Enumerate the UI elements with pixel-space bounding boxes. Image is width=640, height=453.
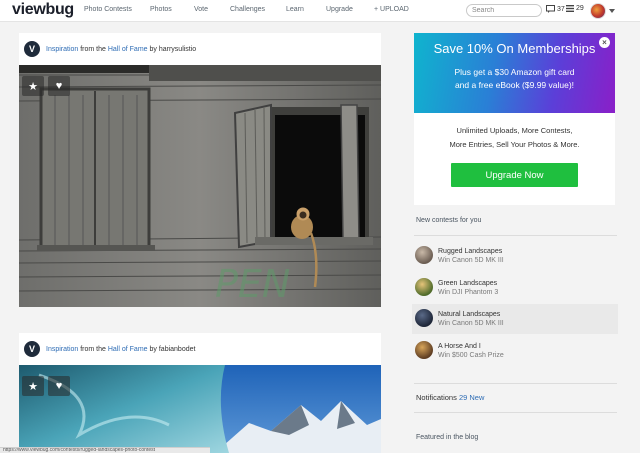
caption-text: from the	[78, 345, 108, 353]
browser-status-bar: https://www.viewbug.com/contests/rugged-…	[0, 447, 210, 453]
viewbug-logo[interactable]: viewbug	[12, 1, 74, 19]
contest-title: Rugged Landscapes	[438, 248, 503, 255]
contest-title: A Horse And I	[438, 343, 481, 350]
nav-upgrade[interactable]: Upgrade	[326, 6, 353, 13]
nav-vote[interactable]: Vote	[194, 6, 208, 13]
featured-blog-heading: Featured in the blog	[416, 434, 479, 441]
caption-text: by	[147, 45, 159, 53]
offer-line-1: Unlimited Uploads, More Contests,	[456, 126, 573, 135]
inspiration-link[interactable]: Inspiration	[46, 346, 78, 353]
close-icon[interactable]: ×	[599, 37, 610, 48]
caption-text: from the	[78, 45, 108, 53]
feed-card: V Inspiration from the Hall of Fame by f…	[19, 333, 381, 453]
nav-photos[interactable]: Photos	[150, 6, 172, 13]
contest-item[interactable]: Green Landscapes Win DJI Phantom 3	[412, 273, 618, 303]
notifications-count: 29 New	[458, 393, 485, 402]
contest-thumbnail	[415, 341, 433, 359]
heart-icon[interactable]: ♥	[48, 76, 70, 96]
inspiration-link[interactable]: Inspiration	[46, 46, 78, 53]
wooden-house-monkey-photo: PEN	[19, 65, 381, 307]
list-icon	[566, 5, 574, 12]
notifications-link[interactable]: Notifications 29 New	[416, 393, 484, 402]
ice-cave-mountain-photo	[19, 365, 381, 453]
viewbug-badge-icon[interactable]: V	[24, 341, 40, 357]
hall-of-fame-link[interactable]: Hall of Fame	[108, 46, 148, 53]
new-contests-heading: New contests for you	[416, 217, 482, 224]
card-caption: Inspiration from the Hall of Fame by fab…	[46, 346, 195, 353]
contest-thumbnail	[415, 309, 433, 327]
contest-thumbnail	[415, 246, 433, 264]
messages-count: 37	[557, 5, 565, 13]
promo-line-1: Plus get a $30 Amazon gift card	[454, 67, 575, 77]
hall-of-fame-link[interactable]: Hall of Fame	[108, 346, 148, 353]
activity-list-button[interactable]: 29	[566, 5, 584, 12]
top-navigation-bar: viewbug Photo Contests Photos Vote Chall…	[0, 0, 640, 22]
contest-prize: Win Canon 5D MK III	[438, 257, 504, 264]
photographer-link[interactable]: harrysulistio	[159, 46, 196, 53]
message-icon	[546, 5, 555, 13]
card-caption: Inspiration from the Hall of Fame by har…	[46, 46, 196, 53]
divider	[414, 235, 617, 236]
feed-card: V Inspiration from the Hall of Fame by h…	[19, 33, 381, 307]
photographer-link[interactable]: fabianbodet	[159, 346, 196, 353]
star-icon[interactable]: ★	[22, 76, 44, 96]
contest-prize: Win $500 Cash Prize	[438, 352, 504, 359]
viewbug-badge-icon[interactable]: V	[24, 41, 40, 57]
card-header: V Inspiration from the Hall of Fame by h…	[19, 33, 381, 65]
membership-promo-banner[interactable]: Save 10% On Memberships Plus get a $30 A…	[414, 33, 615, 113]
user-avatar[interactable]	[590, 3, 606, 19]
contest-prize: Win DJI Phantom 3	[438, 289, 499, 296]
notifications-label: Notifications	[416, 393, 459, 402]
contest-prize: Win Canon 5D MK III	[438, 320, 504, 327]
offer-line-2: More Entries, Sell Your Photos & More.	[449, 140, 580, 149]
contest-item[interactable]: Natural Landscapes Win Canon 5D MK III	[412, 304, 618, 334]
feed-photo[interactable]: ★ ♥	[19, 365, 381, 453]
upgrade-now-button[interactable]: Upgrade Now	[451, 163, 578, 187]
contest-title: Green Landscapes	[438, 280, 498, 287]
heart-icon[interactable]: ♥	[48, 376, 70, 396]
divider	[414, 383, 617, 384]
contest-title: Natural Landscapes	[438, 311, 501, 318]
search-input[interactable]	[466, 4, 542, 17]
nav-learn[interactable]: Learn	[286, 6, 304, 13]
promo-line-2: and a free eBook ($9.99 value)!	[454, 80, 575, 90]
contest-item[interactable]: A Horse And I Win $500 Cash Prize	[412, 336, 618, 366]
divider	[414, 412, 617, 413]
caption-text: by	[147, 345, 159, 353]
upgrade-offer-panel: Unlimited Uploads, More Contests, More E…	[414, 113, 615, 205]
nav-photo-contests[interactable]: Photo Contests	[84, 6, 132, 13]
contest-thumbnail	[415, 278, 433, 296]
feed-photo[interactable]: PEN ★ ♥	[19, 65, 381, 307]
list-count: 29	[576, 5, 584, 12]
nav-upload[interactable]: + UPLOAD	[374, 6, 409, 13]
chevron-down-icon[interactable]	[609, 9, 615, 13]
graffiti-text: PEN	[215, 262, 290, 306]
messages-button[interactable]: 37	[546, 5, 565, 13]
nav-challenges[interactable]: Challenges	[230, 6, 265, 13]
contest-item[interactable]: Rugged Landscapes Win Canon 5D MK III	[412, 241, 618, 271]
card-header: V Inspiration from the Hall of Fame by f…	[19, 333, 381, 365]
star-icon[interactable]: ★	[22, 376, 44, 396]
promo-title: Save 10% On Memberships	[433, 41, 596, 56]
